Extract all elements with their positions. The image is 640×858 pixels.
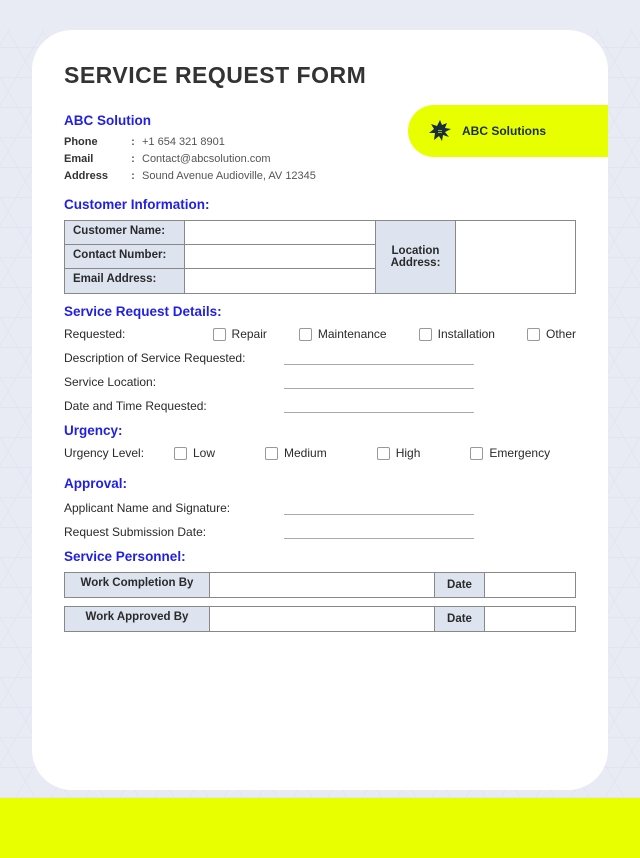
- contact-number-field[interactable]: [185, 245, 375, 268]
- submission-date-field[interactable]: [284, 525, 474, 539]
- email-value: Contact@abcsolution.com: [142, 153, 271, 165]
- completion-by-field[interactable]: [210, 573, 435, 597]
- email-address-field[interactable]: [185, 269, 375, 293]
- address-value: Sound Avenue Audioville, AV 12345: [142, 170, 316, 182]
- completion-date-field[interactable]: [485, 573, 575, 597]
- urgency-option-medium[interactable]: Medium: [265, 446, 327, 460]
- description-field[interactable]: [284, 351, 474, 365]
- customer-name-field[interactable]: [185, 221, 375, 244]
- checkbox-icon: [265, 447, 278, 460]
- section-customer: Customer Information:: [64, 197, 576, 212]
- form-card: SERVICE REQUEST FORM ABC Solution Phone …: [32, 30, 608, 790]
- section-personnel: Service Personnel:: [64, 549, 576, 564]
- urgency-option-high[interactable]: High: [377, 446, 421, 460]
- approved-date-field[interactable]: [485, 607, 575, 631]
- phone-value: +1 654 321 8901: [142, 136, 225, 148]
- customer-table: Customer Name: Contact Number: Email Add…: [64, 220, 576, 294]
- checkbox-icon: [213, 328, 226, 341]
- badge-text: ABC Solutions: [462, 124, 546, 138]
- checkbox-icon: [377, 447, 390, 460]
- request-option-installation[interactable]: Installation: [419, 327, 495, 341]
- datetime-field[interactable]: [284, 399, 474, 413]
- location-address-field[interactable]: [456, 221, 575, 293]
- page-title: SERVICE REQUEST FORM: [64, 62, 576, 89]
- section-approval: Approval:: [64, 476, 576, 491]
- checkbox-icon: [174, 447, 187, 460]
- checkbox-icon: [419, 328, 432, 341]
- email-label: Email: [64, 153, 124, 165]
- section-details: Service Request Details:: [64, 304, 576, 319]
- request-option-other[interactable]: Other: [527, 327, 576, 341]
- checkbox-icon: [527, 328, 540, 341]
- phone-label: Phone: [64, 136, 124, 148]
- section-urgency: Urgency:: [64, 423, 576, 438]
- svg-text:=: =: [438, 127, 443, 136]
- approved-by-field[interactable]: [210, 607, 435, 631]
- company-badge: = ABC Solutions: [408, 105, 608, 157]
- address-label: Address: [64, 170, 124, 182]
- checkbox-icon: [299, 328, 312, 341]
- checkbox-icon: [470, 447, 483, 460]
- urgency-option-emergency[interactable]: Emergency: [470, 446, 550, 460]
- service-location-field[interactable]: [284, 375, 474, 389]
- urgency-option-low[interactable]: Low: [174, 446, 215, 460]
- request-option-maintenance[interactable]: Maintenance: [299, 327, 387, 341]
- starburst-icon: =: [428, 119, 452, 143]
- request-option-repair[interactable]: Repair: [213, 327, 267, 341]
- applicant-signature-field[interactable]: [284, 501, 474, 515]
